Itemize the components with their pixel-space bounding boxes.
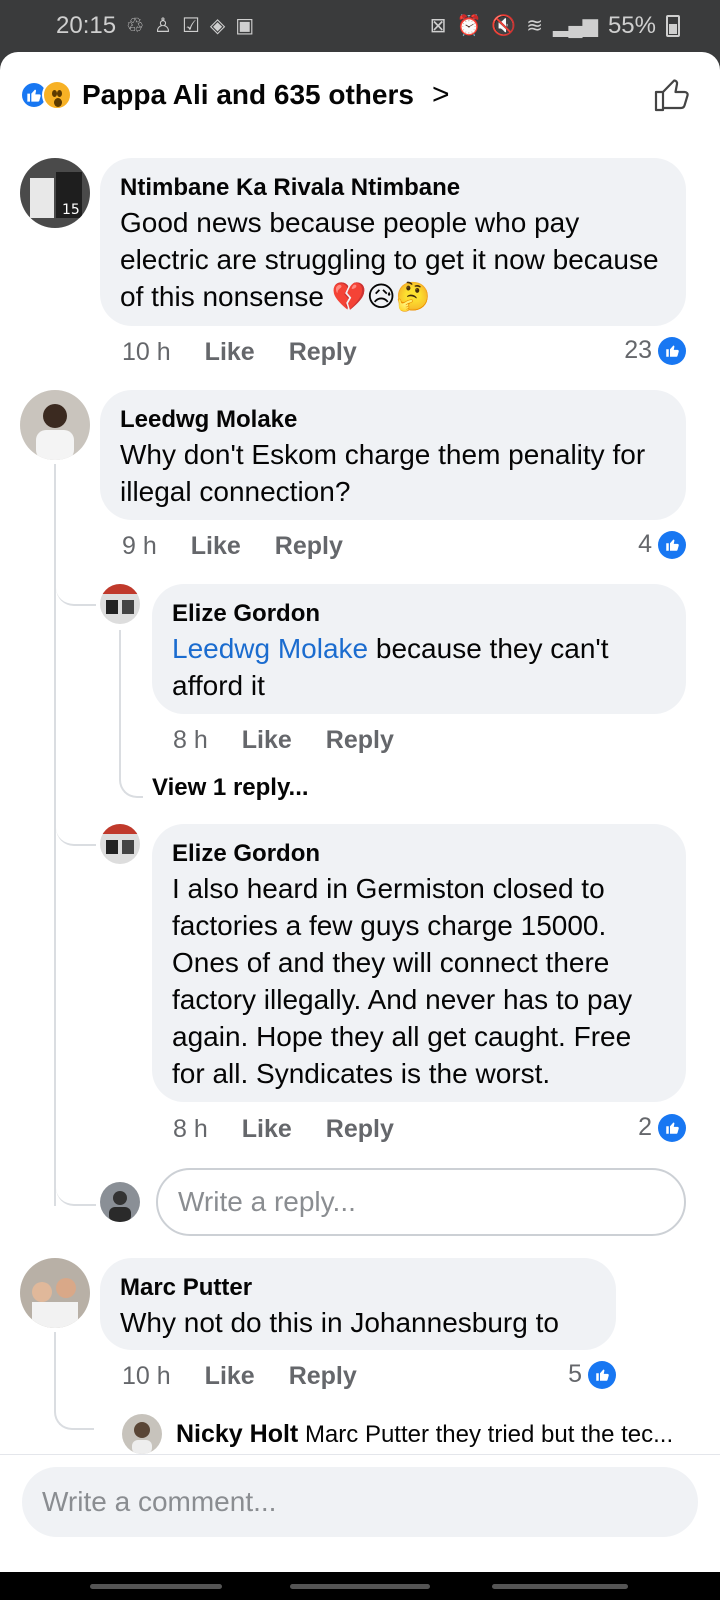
direction-icon: ◈	[209, 15, 226, 37]
recycle-icon: ♲	[126, 15, 144, 37]
like-count-value: 2	[638, 1113, 652, 1141]
status-time: 20:15	[56, 12, 117, 39]
avatar[interactable]	[20, 390, 90, 460]
alarm-lock-icon: ⊠	[429, 15, 447, 37]
reactions-summary[interactable]: Pappa Ali and 635 others	[82, 79, 414, 111]
comment-composer: Write a comment...	[0, 1454, 720, 1572]
reply-button[interactable]: Reply	[289, 1362, 357, 1391]
comment-time: 9 h	[122, 532, 157, 560]
comments-sheet: Pappa Ali and 635 others > 15 Ntimbane K…	[0, 52, 720, 1572]
thread-branch	[56, 822, 96, 846]
reply-time: 8 h	[173, 1115, 208, 1143]
person-icon: ♙	[154, 15, 172, 37]
wifi-icon: ≋	[526, 15, 544, 37]
alarm-icon: ⏰	[456, 15, 482, 37]
like-button[interactable]: Like	[242, 726, 292, 755]
comment-like-count[interactable]: 5	[568, 1360, 616, 1389]
reply-button[interactable]: Reply	[275, 532, 343, 561]
reply-like-count[interactable]: 2	[638, 1113, 686, 1142]
comment-bubble[interactable]: Marc Putter Why not do this in Johannesb…	[100, 1258, 616, 1350]
chevron-right-icon[interactable]: >	[432, 78, 450, 112]
comment-bubble[interactable]: Leedwg Molake Why don't Eskom charge the…	[100, 390, 686, 520]
comment-actions: 10 h Like Reply	[122, 1362, 357, 1391]
like-button[interactable]: Like	[205, 1362, 255, 1391]
like-badge-icon	[658, 1113, 686, 1142]
reply-text: I also heard in Germiston closed to fact…	[172, 873, 633, 1089]
like-badge-icon	[588, 1360, 616, 1389]
reply-button[interactable]: Reply	[289, 338, 357, 367]
comment-actions: 9 h Like Reply	[122, 532, 343, 561]
comment-like-count[interactable]: 23	[624, 336, 686, 365]
thread-line	[54, 464, 56, 1206]
comment-author[interactable]: Ntimbane Ka Rivala Ntimbane	[120, 172, 666, 204]
avatar[interactable]	[100, 584, 140, 624]
reply-bubble[interactable]: Elize Gordon I also heard in Germiston c…	[152, 824, 686, 1102]
mention-link[interactable]: Leedwg Molake	[172, 633, 368, 664]
comment-bubble[interactable]: Ntimbane Ka Rivala Ntimbane Good news be…	[100, 158, 686, 326]
avatar[interactable]	[122, 1414, 162, 1454]
my-avatar	[100, 1182, 140, 1222]
nav-back-button[interactable]	[492, 1584, 628, 1589]
comment-like-count[interactable]: 4	[638, 530, 686, 559]
thread-line	[119, 630, 143, 798]
write-comment-input[interactable]: Write a comment...	[22, 1467, 698, 1537]
signal-icon: ▂▄▆	[553, 15, 598, 37]
thread-branch	[56, 582, 96, 606]
status-bar: 20:15 ♲ ♙ ☑ ◈ ▣ ⊠ ⏰ 🔇 ≋ ▂▄▆ 55%	[0, 0, 720, 52]
battery-percent: 55%	[607, 12, 656, 39]
write-reply-input[interactable]: Write a reply...	[156, 1168, 686, 1236]
nav-home-button[interactable]	[290, 1584, 430, 1589]
avatar[interactable]	[100, 824, 140, 864]
view-replies-link[interactable]: View 1 reply...	[152, 774, 309, 802]
like-count-value: 4	[638, 530, 652, 558]
comment-time: 10 h	[122, 1362, 171, 1390]
reply-time: 8 h	[173, 726, 208, 754]
system-nav-bar	[0, 1572, 720, 1600]
reply-author[interactable]: Elize Gordon	[172, 838, 666, 870]
image-icon: ▣	[235, 15, 255, 37]
comment-text: Why don't Eskom charge them penality for…	[120, 439, 646, 507]
reply-preview[interactable]: Nicky Holt Marc Putter they tried but th…	[176, 1420, 673, 1449]
wow-reaction-icon	[42, 80, 72, 110]
like-outline-icon[interactable]	[652, 74, 692, 114]
avatar[interactable]	[20, 1258, 90, 1328]
like-button[interactable]: Like	[242, 1115, 292, 1144]
comment-text: Why not do this in Johannesburg to	[120, 1307, 559, 1338]
comment-text: Good news because people who pay electri…	[120, 207, 659, 312]
battery-icon	[666, 15, 680, 37]
reply-bubble[interactable]: Elize Gordon Leedwg Molake because they …	[152, 584, 686, 714]
reply-actions: 8 h Like Reply	[173, 726, 394, 755]
comment-time: 10 h	[122, 338, 171, 366]
like-count-value: 5	[568, 1360, 582, 1388]
reply-text: Leedwg Molake because they can't afford …	[172, 630, 666, 704]
svg-text:15: 15	[62, 202, 80, 218]
nav-recent-button[interactable]	[90, 1584, 222, 1589]
reply-author[interactable]: Elize Gordon	[172, 598, 666, 630]
reply-preview-author[interactable]: Nicky Holt	[176, 1420, 298, 1448]
reactions-header[interactable]: Pappa Ali and 635 others >	[0, 52, 720, 138]
mute-icon: 🔇	[491, 15, 517, 37]
comment-actions: 10 h Like Reply	[122, 338, 357, 367]
status-right: ⊠ ⏰ 🔇 ≋ ▂▄▆ 55%	[430, 12, 680, 40]
reply-button[interactable]: Reply	[326, 726, 394, 755]
status-left: 20:15 ♲ ♙ ☑ ◈ ▣	[56, 12, 254, 40]
like-count-value: 23	[624, 336, 652, 364]
avatar[interactable]: 15	[20, 158, 90, 228]
like-badge-icon	[658, 336, 686, 365]
like-badge-icon	[658, 530, 686, 559]
checkbox-icon: ☑	[181, 15, 200, 37]
reply-button[interactable]: Reply	[326, 1115, 394, 1144]
like-button[interactable]: Like	[205, 338, 255, 367]
comment-author[interactable]: Marc Putter	[120, 1272, 596, 1304]
comment-author[interactable]: Leedwg Molake	[120, 404, 666, 436]
reaction-icons	[20, 80, 72, 110]
like-button[interactable]: Like	[191, 532, 241, 561]
reply-preview-text: Marc Putter they tried but the tec...	[304, 1421, 674, 1448]
thread-line	[54, 1332, 94, 1430]
reply-actions: 8 h Like Reply	[173, 1115, 394, 1144]
thread-branch	[56, 1182, 96, 1206]
